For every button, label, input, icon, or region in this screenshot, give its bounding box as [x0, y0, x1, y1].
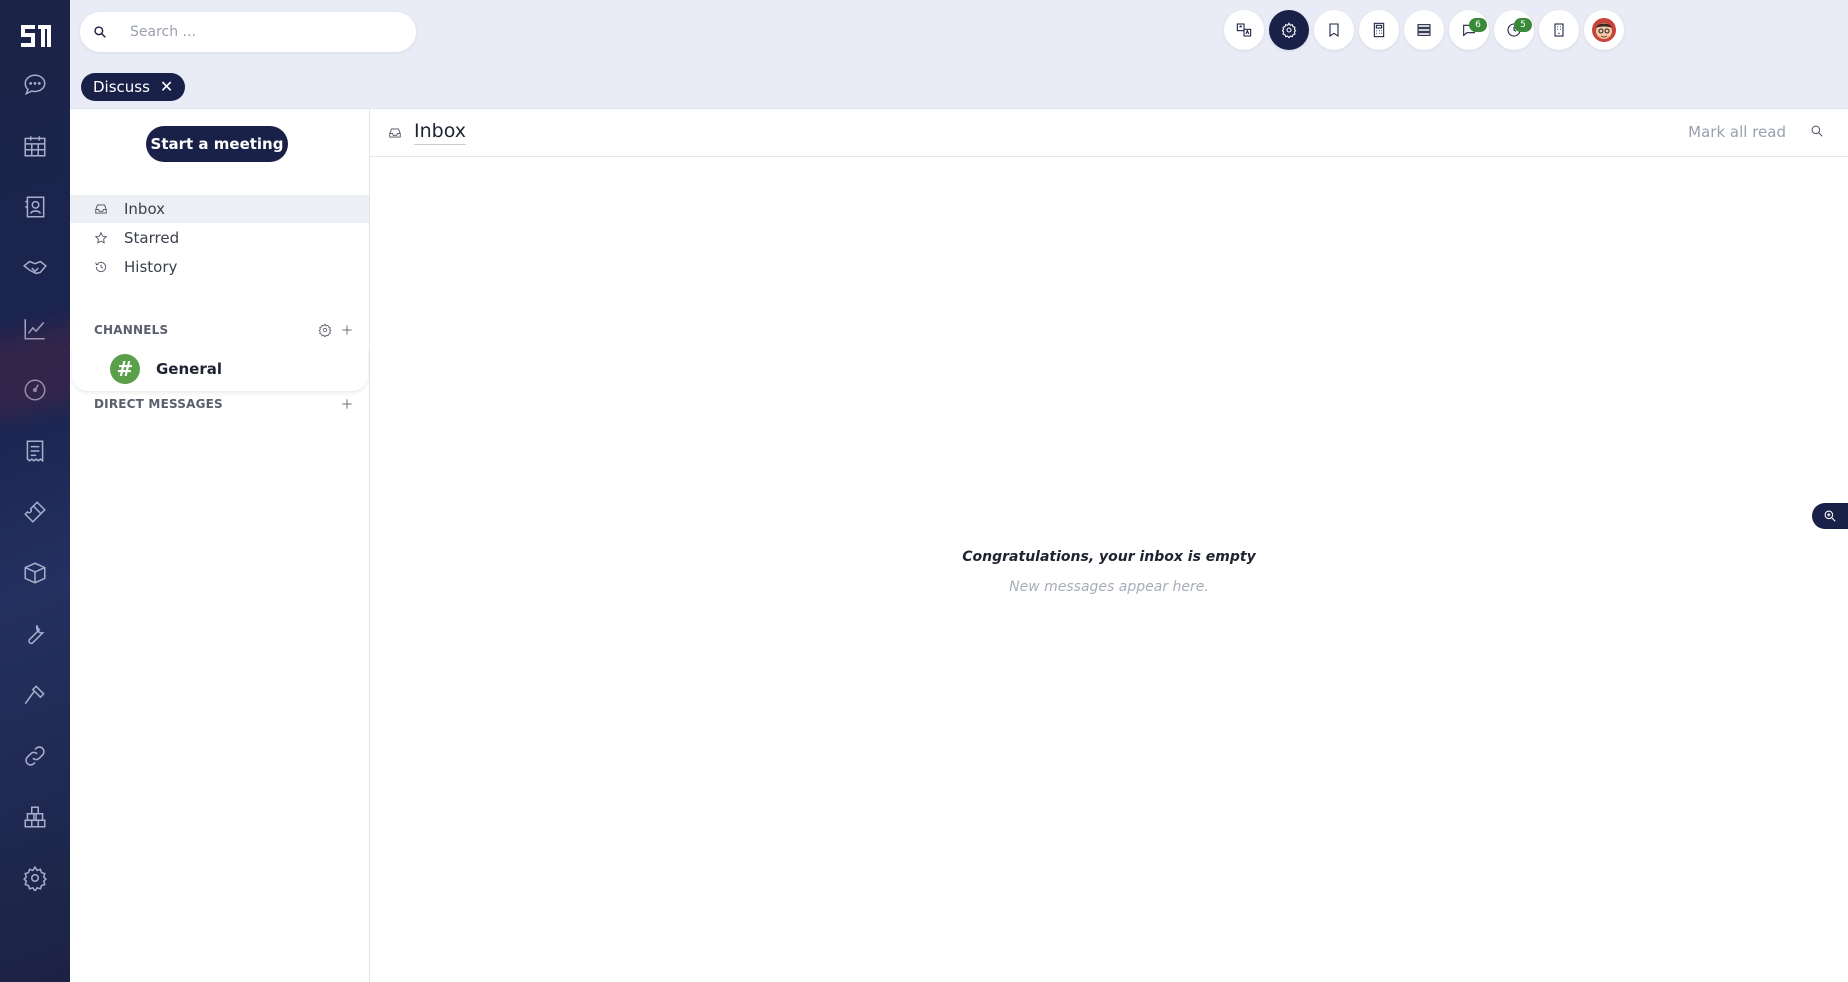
- calendar-icon[interactable]: [20, 131, 50, 161]
- crm-handshake-icon[interactable]: [20, 253, 50, 283]
- start-meeting-button[interactable]: Start a meeting: [146, 126, 288, 162]
- switch-list-icon[interactable]: [1404, 10, 1444, 50]
- thread-header: Inbox Mark all read: [370, 109, 1848, 157]
- link-icon[interactable]: [20, 741, 50, 771]
- maintenance-wrench-icon[interactable]: [20, 619, 50, 649]
- add-direct-message-plus-icon[interactable]: [340, 397, 354, 411]
- app-rail: [0, 0, 70, 982]
- breadcrumb-discuss[interactable]: Discuss ✕: [81, 73, 186, 101]
- sidebar-item-label: History: [124, 258, 178, 276]
- activity-clock-icon[interactable]: 5: [1494, 10, 1534, 50]
- activities-badge: 5: [1514, 18, 1532, 32]
- direct-messages-section-header: DIRECT MESSAGES: [94, 394, 354, 414]
- user-avatar[interactable]: [1584, 10, 1624, 50]
- inbox-thread-pane: Inbox Mark all read Congratulations, you…: [370, 109, 1848, 982]
- manufacturing-hammer-icon[interactable]: [20, 680, 50, 710]
- sidebar-item-label: Starred: [124, 229, 180, 247]
- apps-cubes-icon[interactable]: [20, 802, 50, 832]
- channel-hash-avatar: #: [110, 354, 140, 384]
- channels-section-header: CHANNELS: [94, 320, 354, 340]
- channel-item-general[interactable]: # General: [72, 347, 368, 391]
- discuss-icon[interactable]: [20, 70, 50, 100]
- contacts-icon[interactable]: [20, 192, 50, 222]
- sidebar-item-starred[interactable]: Starred: [70, 224, 369, 252]
- star-icon: [94, 231, 114, 245]
- messages-chat-icon[interactable]: 6: [1449, 10, 1489, 50]
- inbox-icon: [94, 202, 114, 216]
- close-icon[interactable]: ✕: [160, 79, 173, 95]
- discuss-panel: Start a meeting Inbox Starred History CH…: [70, 108, 1848, 982]
- channels-heading: CHANNELS: [94, 323, 169, 337]
- search-icon[interactable]: [1810, 124, 1824, 138]
- calculator-icon[interactable]: [1359, 10, 1399, 50]
- sidebar-item-inbox[interactable]: Inbox: [70, 195, 369, 223]
- empty-subtitle: New messages appear here.: [1009, 579, 1209, 595]
- debug-settings-icon[interactable]: [1269, 10, 1309, 50]
- dashboard-gauge-icon[interactable]: [20, 375, 50, 405]
- bookmark-icon[interactable]: [1314, 10, 1354, 50]
- company-building-icon[interactable]: [1539, 10, 1579, 50]
- thread-title: Inbox: [414, 120, 466, 145]
- global-search[interactable]: [80, 12, 416, 52]
- breadcrumb-label: Discuss: [93, 78, 150, 96]
- zoom-in-icon[interactable]: [1812, 503, 1848, 529]
- ticket-icon[interactable]: [20, 497, 50, 527]
- empty-inbox-message: Congratulations, your inbox is empty New…: [370, 549, 1848, 595]
- invoicing-receipt-icon[interactable]: [20, 436, 50, 466]
- app-logo[interactable]: [18, 20, 54, 52]
- inventory-box-icon[interactable]: [20, 558, 50, 588]
- sales-chart-icon[interactable]: [20, 314, 50, 344]
- sidebar-item-label: Inbox: [124, 200, 166, 218]
- channel-name: General: [156, 360, 222, 378]
- discuss-sidebar: Start a meeting Inbox Starred History CH…: [70, 109, 370, 982]
- empty-title: Congratulations, your inbox is empty: [962, 549, 1256, 565]
- messages-badge: 6: [1469, 18, 1487, 32]
- direct-messages-heading: DIRECT MESSAGES: [94, 397, 223, 411]
- channel-settings-gear-icon[interactable]: [318, 323, 332, 337]
- search-icon: [80, 25, 120, 39]
- add-channel-plus-icon[interactable]: [340, 323, 354, 337]
- mark-all-read-button[interactable]: Mark all read: [1688, 123, 1786, 141]
- settings-gear-icon[interactable]: [20, 863, 50, 893]
- history-icon: [94, 260, 114, 274]
- translate-icon[interactable]: [1224, 10, 1264, 50]
- sidebar-item-history[interactable]: History: [70, 253, 369, 281]
- search-input[interactable]: [130, 24, 400, 40]
- inbox-icon: [388, 126, 402, 140]
